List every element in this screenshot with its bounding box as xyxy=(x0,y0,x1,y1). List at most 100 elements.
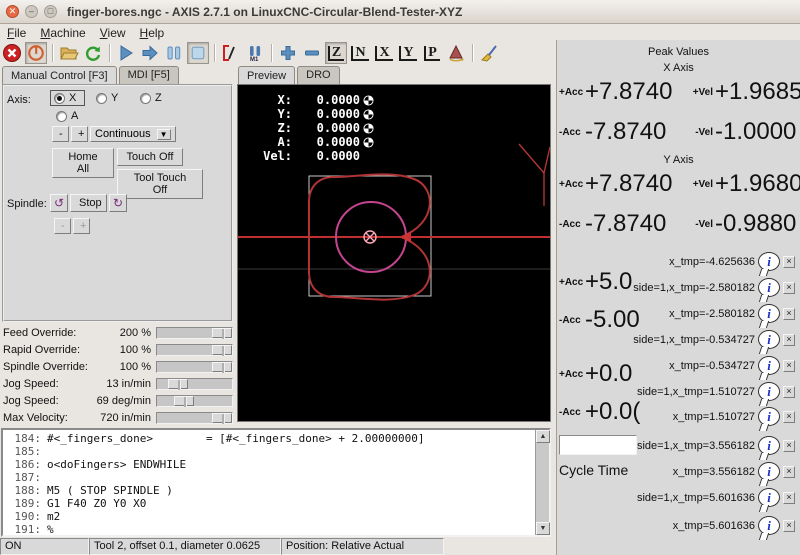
y-neg-vel: -0.9880 xyxy=(715,210,796,238)
optional-pause-icon[interactable]: M1 xyxy=(244,42,266,64)
menubar: File Machine View Help xyxy=(0,24,800,41)
spindle-cw-icon[interactable]: ↻ xyxy=(109,194,127,212)
backplot-canvas[interactable]: X:0.0000 Y:0.0000 Z:0.0000 A:0.0000 Vel:… xyxy=(237,84,551,422)
close-icon[interactable]: × xyxy=(783,411,795,423)
axis-radio-z[interactable]: Z xyxy=(140,92,162,104)
info-icon[interactable]: i xyxy=(758,462,780,481)
gcode-line[interactable]: 190:m2 xyxy=(3,510,533,523)
view-y-icon[interactable]: Y xyxy=(397,42,419,64)
close-icon[interactable]: × xyxy=(783,256,795,268)
skip-lines-icon[interactable] xyxy=(220,42,242,64)
close-icon[interactable]: × xyxy=(783,282,795,294)
homed-icon xyxy=(363,109,374,120)
close-icon[interactable]: × xyxy=(783,360,795,372)
gcode-line[interactable]: 185: xyxy=(3,445,533,458)
window-minimize-button[interactable]: – xyxy=(25,5,38,18)
max-velocity-slider[interactable] xyxy=(156,412,233,424)
zoom-in-icon[interactable] xyxy=(277,42,299,64)
rotate-view-icon[interactable] xyxy=(445,42,467,64)
info-icon[interactable]: i xyxy=(758,252,780,271)
machine-power-icon[interactable] xyxy=(25,42,47,64)
y-neg-acc: -7.8740 xyxy=(585,210,689,238)
home-all-button[interactable]: Home All xyxy=(52,148,114,178)
pause-icon[interactable] xyxy=(163,42,185,64)
info-icon[interactable]: i xyxy=(758,356,780,375)
info-icon[interactable]: i xyxy=(758,488,780,507)
view-z-rotated-icon[interactable]: N xyxy=(349,42,371,64)
close-icon[interactable]: × xyxy=(783,308,795,320)
estop-icon[interactable] xyxy=(1,42,23,64)
axis-radio-y[interactable]: Y xyxy=(96,92,118,104)
stop-icon[interactable] xyxy=(187,42,209,64)
info-icon[interactable]: i xyxy=(758,436,780,455)
cycle-time-entry[interactable] xyxy=(559,435,637,455)
gcode-line[interactable]: 189:G1 F40 Z0 Y0 X0 xyxy=(3,497,533,510)
tab-manual-control[interactable]: Manual Control [F3] xyxy=(2,66,117,85)
step-icon[interactable] xyxy=(139,42,161,64)
tool-touch-off-button[interactable]: Tool Touch Off xyxy=(117,169,203,199)
z-neg-acc: -5.00 xyxy=(585,306,640,334)
gcode-listing[interactable]: 184:#<_fingers_done> = [#<_fingers_done>… xyxy=(1,428,551,537)
menu-view[interactable]: View xyxy=(93,25,133,41)
spindle-ccw-icon[interactable]: ↺ xyxy=(50,194,68,212)
gcode-line[interactable]: 186:o<doFingers> ENDWHILE xyxy=(3,458,533,471)
window-maximize-button[interactable]: □ xyxy=(44,5,57,18)
a-pos-acc: +0.0 xyxy=(585,360,632,388)
axis-radio-a[interactable]: A xyxy=(56,110,78,122)
close-icon[interactable]: × xyxy=(783,334,795,346)
manual-control-panel: Axis: X Y Z A - + Continuous ▼ Home All … xyxy=(2,84,233,322)
spindle-minus-button[interactable]: - xyxy=(54,218,71,234)
scroll-up-icon[interactable]: ▲ xyxy=(536,430,550,443)
spindle-plus-button[interactable]: + xyxy=(73,218,90,234)
close-icon[interactable]: × xyxy=(783,520,795,532)
run-icon[interactable] xyxy=(115,42,137,64)
jog-plus-button[interactable]: + xyxy=(71,126,88,142)
jog-minus-button[interactable]: - xyxy=(52,126,69,142)
axis-radio-x[interactable]: X xyxy=(50,90,85,106)
view-x-icon[interactable]: X xyxy=(373,42,395,64)
jog-speed-deg-slider[interactable] xyxy=(156,395,233,407)
gcode-lines: 184:#<_fingers_done> = [#<_fingers_done>… xyxy=(3,432,533,536)
menu-help[interactable]: Help xyxy=(133,25,172,41)
scroll-down-icon[interactable]: ▼ xyxy=(536,522,550,535)
preview-tabbar: Preview DRO xyxy=(238,66,342,85)
tab-dro[interactable]: DRO xyxy=(297,66,339,85)
info-icon[interactable]: i xyxy=(758,382,780,401)
close-icon[interactable]: × xyxy=(783,386,795,398)
touch-off-button[interactable]: Touch Off xyxy=(117,148,183,166)
spindle-override-slider[interactable] xyxy=(156,361,233,373)
tab-mdi[interactable]: MDI [F5] xyxy=(119,66,179,85)
view-p-icon[interactable]: P xyxy=(421,42,443,64)
reload-icon[interactable] xyxy=(82,42,104,64)
close-icon[interactable]: × xyxy=(783,466,795,478)
rapid-override-slider[interactable] xyxy=(156,344,233,356)
info-icon[interactable]: i xyxy=(758,278,780,297)
info-icon[interactable]: i xyxy=(758,304,780,323)
x-neg-acc: -7.8740 xyxy=(585,118,689,146)
zoom-out-icon[interactable] xyxy=(301,42,323,64)
dro-row-vel: Vel:0.0000 xyxy=(250,149,374,163)
gcode-line[interactable]: 184:#<_fingers_done> = [#<_fingers_done>… xyxy=(3,432,533,445)
tab-preview[interactable]: Preview xyxy=(238,66,295,85)
close-icon[interactable]: × xyxy=(783,492,795,504)
jog-mode-select[interactable]: Continuous ▼ xyxy=(90,126,176,142)
gcode-line[interactable]: 188:M5 ( STOP SPINDLE ) xyxy=(3,484,533,497)
spindle-stop-button[interactable]: Stop xyxy=(70,194,107,212)
gcode-line[interactable]: 191:% xyxy=(3,523,533,536)
clear-plot-icon[interactable] xyxy=(478,42,500,64)
info-icon[interactable]: i xyxy=(758,407,780,426)
window-close-button[interactable]: ✕ xyxy=(6,5,19,18)
gcode-scrollbar[interactable]: ▲ ▼ xyxy=(535,430,549,535)
toolbar-separator xyxy=(472,44,473,62)
notification: x_tmp=1.510727 i × xyxy=(673,407,795,426)
open-file-icon[interactable] xyxy=(58,42,80,64)
menu-file[interactable]: File xyxy=(0,25,33,41)
info-icon[interactable]: i xyxy=(758,330,780,349)
jog-speed-slider[interactable] xyxy=(156,378,233,390)
menu-machine[interactable]: Machine xyxy=(33,25,92,41)
feed-override-slider[interactable] xyxy=(156,327,233,339)
view-z-icon[interactable]: Z xyxy=(325,42,347,64)
close-icon[interactable]: × xyxy=(783,440,795,452)
gcode-line[interactable]: 187: xyxy=(3,471,533,484)
info-icon[interactable]: i xyxy=(758,516,780,535)
